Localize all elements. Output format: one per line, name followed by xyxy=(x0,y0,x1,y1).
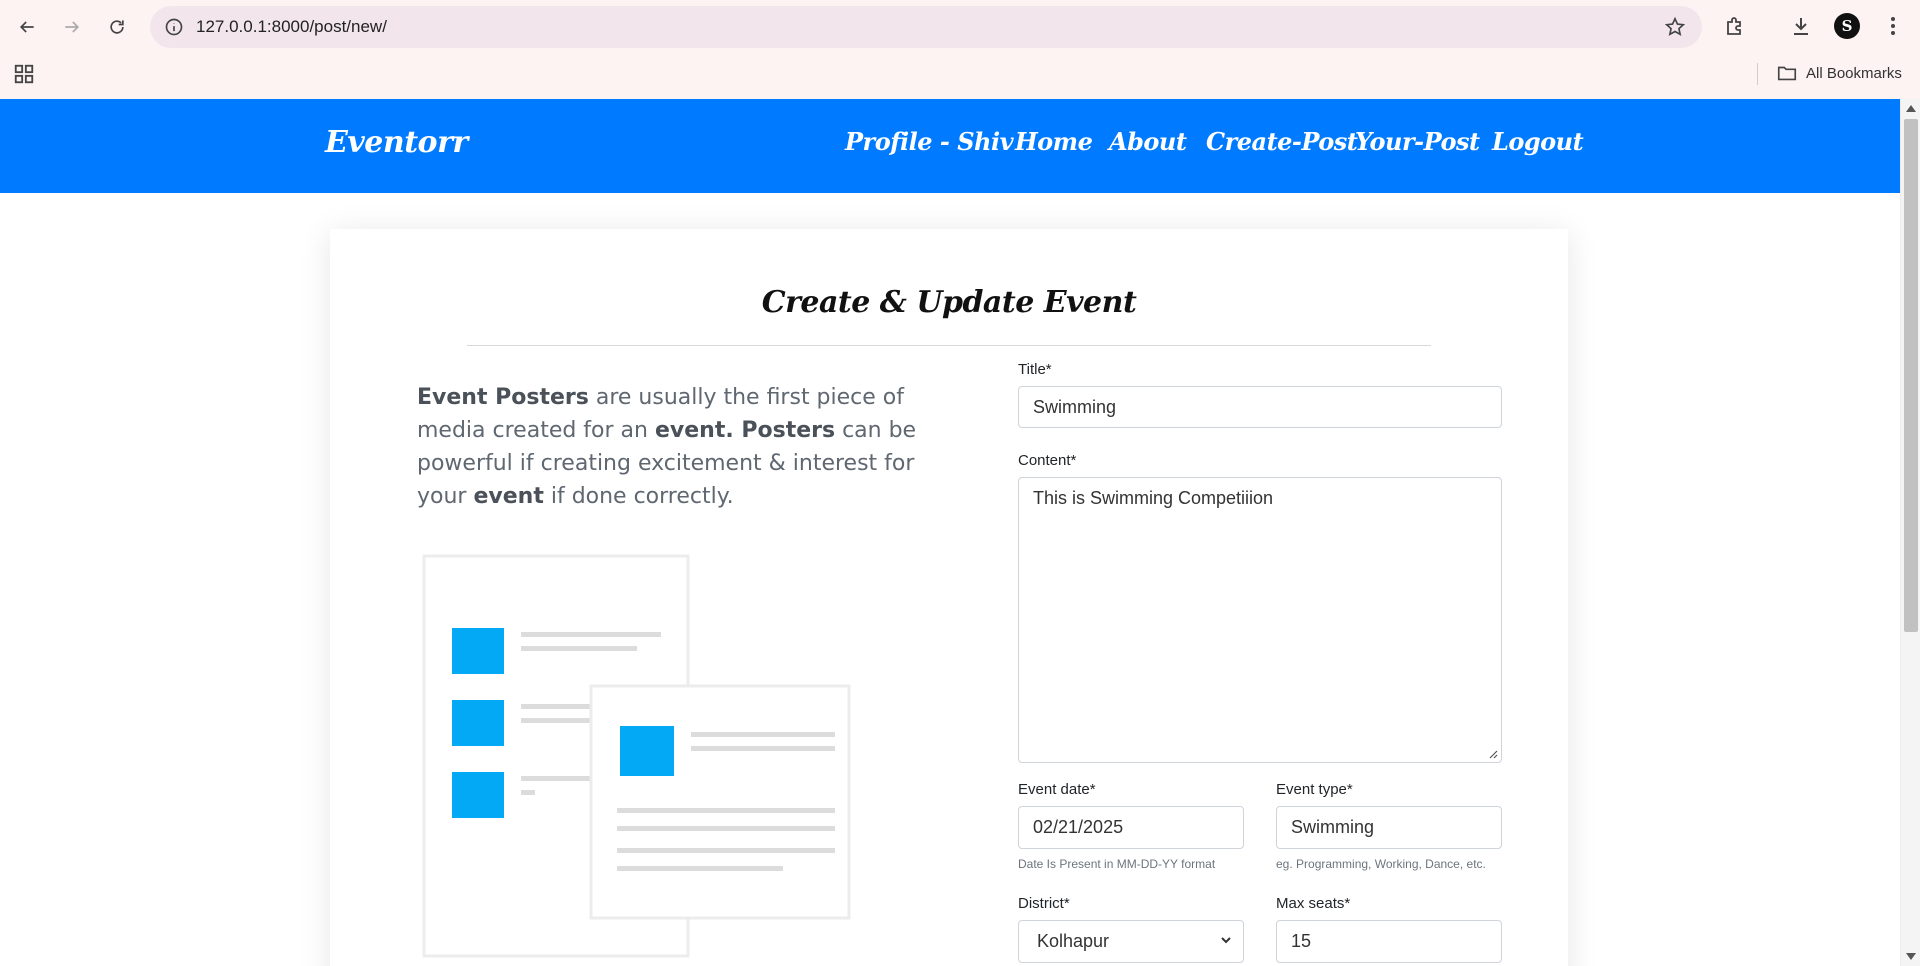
nav-home[interactable]: Home xyxy=(1015,127,1093,156)
nav-about[interactable]: About xyxy=(1109,127,1187,156)
content-textarea[interactable]: This is Swimming Competiiion xyxy=(1018,477,1502,763)
title-divider xyxy=(467,345,1431,346)
resize-handle-icon[interactable] xyxy=(1488,749,1498,759)
all-bookmarks[interactable]: All Bookmarks xyxy=(1776,62,1902,84)
title-input[interactable]: Swimming xyxy=(1018,386,1502,428)
event-type-label: Event type* xyxy=(1276,781,1353,798)
folder-icon xyxy=(1777,66,1797,81)
event-type-hint: eg. Programming, Working, Dance, etc. xyxy=(1276,857,1486,871)
nav-create-post[interactable]: Create-Post xyxy=(1206,127,1358,156)
star-icon[interactable] xyxy=(1664,16,1686,38)
district-label: District* xyxy=(1018,895,1070,912)
district-select[interactable]: Kolhapur xyxy=(1018,920,1244,963)
event-date-hint: Date Is Present in MM-DD-YY format xyxy=(1018,857,1216,871)
scroll-up-icon[interactable] xyxy=(1906,105,1916,112)
scrollbar-thumb[interactable] xyxy=(1904,119,1918,632)
reload-icon[interactable] xyxy=(102,12,132,42)
max-seats-label: Max seats* xyxy=(1276,895,1351,912)
brand-logo[interactable]: Eventorr xyxy=(325,125,468,160)
download-icon[interactable] xyxy=(1788,13,1814,39)
apps-grid-icon[interactable] xyxy=(13,63,35,85)
nav-logout[interactable]: Logout xyxy=(1492,127,1584,156)
content-label: Content* xyxy=(1018,452,1077,469)
max-seats-input[interactable]: 15 xyxy=(1276,920,1502,963)
event-date-label: Event date* xyxy=(1018,781,1096,798)
chevron-down-icon xyxy=(1221,937,1231,944)
scroll-down-icon[interactable] xyxy=(1906,953,1916,960)
event-date-input[interactable]: 02/21/2025 xyxy=(1018,806,1244,849)
intro-bold-5: event xyxy=(473,484,544,509)
event-type-input[interactable]: Swimming xyxy=(1276,806,1502,849)
page-title: Create & Update Event xyxy=(761,285,1137,320)
browser-chrome: 127.0.0.1:8000/post/new/ S All Bookmarks xyxy=(0,0,1920,99)
profile-avatar[interactable]: S xyxy=(1834,13,1860,39)
posters-illustration xyxy=(422,554,851,958)
district-value: Kolhapur xyxy=(1037,931,1110,951)
forward-icon[interactable] xyxy=(57,12,87,42)
intro-text-6: if done correctly. xyxy=(543,484,734,509)
page-scrollbar[interactable] xyxy=(1900,99,1920,966)
nav-your-post[interactable]: Your-Post xyxy=(1355,127,1480,156)
site-navbar: Eventorr Profile - Shiv Home About Creat… xyxy=(0,99,1900,193)
event-form-card: Create & Update Event Event Posters are … xyxy=(330,229,1568,966)
info-icon[interactable] xyxy=(164,17,184,37)
content-text: This is Swimming Competiiion xyxy=(1033,488,1274,508)
intro-paragraph: Event Posters are usually the first piec… xyxy=(417,381,937,513)
title-label: Title* xyxy=(1018,361,1052,378)
bookmarks-separator xyxy=(1757,63,1758,85)
page-viewport: Eventorr Profile - Shiv Home About Creat… xyxy=(0,99,1920,966)
intro-bold-1: Event Posters xyxy=(417,385,589,410)
back-icon[interactable] xyxy=(12,12,42,42)
url-text[interactable]: 127.0.0.1:8000/post/new/ xyxy=(196,17,387,37)
all-bookmarks-label: All Bookmarks xyxy=(1806,64,1902,82)
kebab-menu-icon[interactable] xyxy=(1880,13,1906,39)
address-bar[interactable]: 127.0.0.1:8000/post/new/ xyxy=(150,6,1702,48)
intro-bold-3: event. Posters xyxy=(654,418,836,443)
nav-profile[interactable]: Profile - Shiv xyxy=(845,127,1014,156)
puzzle-icon[interactable] xyxy=(1722,13,1748,39)
